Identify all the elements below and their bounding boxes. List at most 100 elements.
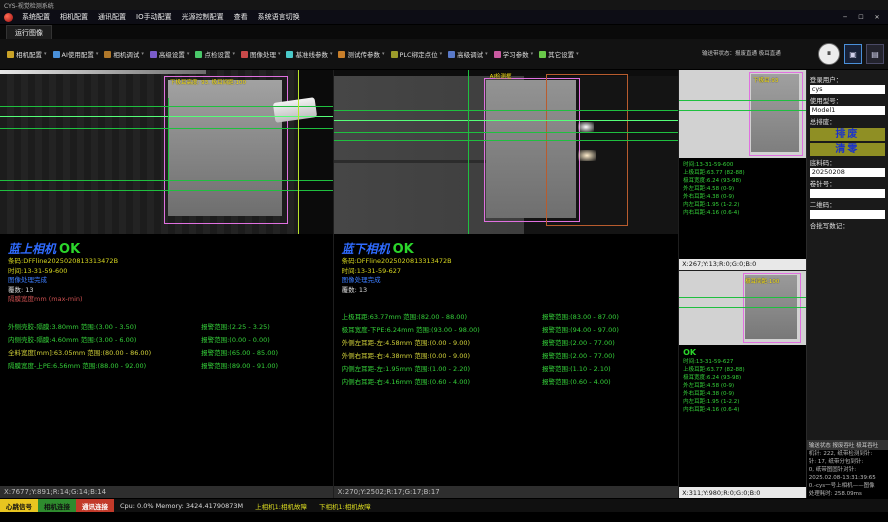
alarm-range-text: 报警范围:(89.00 - 91.00) [201, 360, 324, 373]
toolbar-item[interactable]: AI使用配置▾ [50, 49, 102, 59]
cell-object [168, 80, 282, 216]
preview-line: 外右耳距:4.38 (0-9) [683, 390, 802, 398]
camera-canvas-top[interactable]: 下极耳高度: 93. 极耳间距:100 [0, 70, 333, 234]
spot-check-icon [195, 51, 202, 58]
menu-item[interactable]: IO手动配置 [131, 12, 177, 22]
camera-name: 蓝下相机 [342, 242, 390, 256]
list-view-toggle-button[interactable]: ▤ [866, 44, 884, 64]
grid-view-icon: ▣ [849, 50, 857, 59]
info-sidebar: 登录用户： cys 使用型号： Model1 总排废： 排废 清零 底料码： 2… [806, 70, 888, 498]
toolbar-item[interactable]: PLC绑定点位▾ [388, 49, 446, 59]
footer-strip [0, 512, 888, 522]
needle-number-label: 卷针号： [810, 180, 885, 188]
chevron-down-icon: ▾ [232, 51, 235, 57]
preview-canvas-2[interactable]: 极耳间距:100 [679, 271, 806, 345]
toolbar-item[interactable]: 高级调试▾ [445, 49, 491, 59]
camera-debug-icon [104, 51, 111, 58]
result-title-row: 蓝上相机OK [8, 240, 325, 257]
guide-line-h [334, 132, 678, 133]
chevron-down-icon: ▾ [440, 51, 443, 57]
toolbar-item[interactable]: 图像处理▾ [238, 49, 284, 59]
toolbar-item-label: 基准线参数 [295, 49, 328, 59]
reject-button[interactable]: 排废 [810, 128, 885, 141]
tab-run-image[interactable]: 运行图像 [6, 25, 52, 39]
toolbar-right: 输送带状态：报废直通 极耳直通 ⏸ ▣ ▤ [702, 43, 884, 65]
guide-line-v-yellow [298, 70, 299, 234]
total-reject-label: 总排废： [810, 118, 885, 126]
toolbar-item[interactable]: 高级设置▾ [147, 49, 193, 59]
alarm-range-text: 报警范围:(2.00 - 77.00) [542, 337, 670, 350]
menu-item[interactable]: 相机配置 [55, 12, 93, 22]
preview-line: 外右耳距:4.38 (0-9) [683, 193, 802, 201]
guide-line-h [0, 180, 333, 181]
camera-panel-bottom: AI检测框 蓝下相机OK 条码:DFFline2025020813313472B… [333, 70, 678, 498]
alarm-range-text: 报警范围:(83.00 - 87.00) [542, 311, 670, 324]
minimize-button[interactable]: ─ [838, 12, 852, 23]
needle-number-field[interactable] [810, 189, 885, 198]
camera-config-icon [7, 51, 14, 58]
stats-header: 输送状态 报废吞吐 极耳吞吐 [807, 440, 888, 450]
chevron-down-icon: ▾ [278, 51, 281, 57]
time-line: 时间:13-31-59-600 [8, 267, 325, 277]
baseline-params-icon [286, 51, 293, 58]
preview-line: 内右耳距:4.16 (0.6-4) [683, 209, 802, 217]
preview-canvas-1[interactable]: 下极耳:93 [679, 70, 806, 158]
qr-code-field[interactable] [810, 210, 885, 219]
toolbar-item[interactable]: 测试传参数▾ [335, 49, 387, 59]
overlay-label: 下极耳高度: 93. 极耳间距:100 [170, 78, 246, 86]
toolbar-item-label: 测试传参数 [347, 49, 380, 59]
pause-button[interactable]: ⏸ [818, 43, 840, 65]
close-button[interactable]: ✕ [870, 12, 884, 23]
login-user-field[interactable]: cys [810, 85, 885, 94]
preview-line: 时间:13-31-59-627 [683, 358, 802, 366]
chevron-down-icon: ▾ [485, 51, 488, 57]
guide-line-h [334, 140, 678, 141]
pixel-coords-readout: X:311;Y:980;R:0;G:0;B:0 [679, 487, 806, 498]
qr-code-label: 二维码： [810, 201, 885, 209]
toolbar-item-label: 学习参数 [503, 49, 529, 59]
material-code-field[interactable]: 20250208 [810, 168, 885, 177]
clear-button[interactable]: 清零 [810, 143, 885, 156]
toolbar-item[interactable]: 相机配置▾ [4, 49, 50, 59]
toolbar-item[interactable]: 基准线参数▾ [283, 49, 335, 59]
toolbar-item[interactable]: 学习参数▾ [491, 49, 537, 59]
measurement-row: 内侧右耳距-右:4.16mm 范围:(0.60 - 4.00)报警范围:(0.6… [342, 376, 670, 389]
count-line: 覆数: 13 [8, 286, 325, 296]
menu-item[interactable]: 系统配置 [17, 12, 55, 22]
guide-line-v [468, 70, 469, 234]
chevron-down-icon: ▾ [96, 51, 99, 57]
toolbar-item-label: 高级设置 [159, 49, 185, 59]
status-ok: OK [59, 242, 80, 257]
preview-status-ok: OK [683, 348, 802, 358]
camera-view-toggle-button[interactable]: ▣ [844, 44, 862, 64]
preview-result-text-2: OK 时间:13-31-59-627 上极耳距:63.77 (82-88) 极耳… [679, 345, 806, 487]
barcode-line: 条码:DFFline2025020813313472B [342, 257, 670, 267]
pause-icon: ⏸ [827, 49, 832, 59]
preview-line: 内左耳距:1.95 (1-2.2) [683, 398, 802, 406]
image-process-icon [241, 51, 248, 58]
toolbar-item-label: 图像处理 [250, 49, 276, 59]
menu-item[interactable]: 系统语言切换 [253, 12, 305, 22]
menu-item[interactable]: 光源控制配置 [177, 12, 229, 22]
menu-bar: 系统配置 相机配置 通讯配置 IO手动配置 光源控制配置 查看 系统语言切换 ─… [0, 10, 888, 25]
measurement-row: 外侧壳胶-隔膜:3.80mm 范围:(3.00 - 3.50)报警范围:(2.2… [8, 321, 325, 334]
preview-column: 下极耳:93 时间:13-31-59-600 上极耳距:63.77 (82-88… [678, 70, 806, 498]
guide-line-h [0, 190, 333, 191]
toolbar-item[interactable]: 点检设置▾ [192, 49, 238, 59]
toolbar-item[interactable]: 相机调试▾ [101, 49, 147, 59]
measurement-rows: 上极耳距:63.77mm 范围:(82.00 - 88.00)报警范围:(83.… [342, 311, 670, 389]
menu-item[interactable]: 查看 [229, 12, 253, 22]
toolbar-item[interactable]: 其它设置▾ [536, 49, 582, 59]
preview-line: 上极耳距:63.77 (82-88) [683, 366, 802, 374]
model-field[interactable]: Model1 [810, 106, 885, 115]
camera-canvas-bottom[interactable]: AI检测框 [334, 70, 678, 234]
learning-params-icon [494, 51, 501, 58]
camera-fault-top: 上相机1:相机故障 [249, 499, 313, 512]
window-title: CYS-视觉检测系统 [4, 1, 54, 10]
bright-band [0, 70, 206, 74]
maximize-button[interactable]: ☐ [854, 12, 868, 23]
measurement-text: 外侧右耳距-右:4.38mm 范围:(0.00 - 9.00) [342, 350, 542, 363]
menu-item[interactable]: 通讯配置 [93, 12, 131, 22]
toolbar: 相机配置▾ AI使用配置▾ 相机调试▾ 高级设置▾ 点检设置▾ 图像处理▾ 基准… [0, 39, 888, 70]
barcode-line: 条码:DFFline2025020813313472B [8, 257, 325, 267]
